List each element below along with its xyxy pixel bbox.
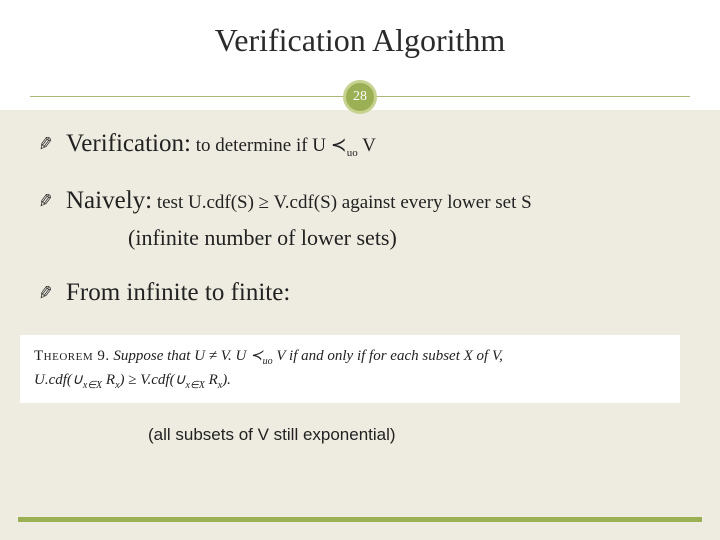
theorem-line1: Theorem 9. Suppose that U ≠ V. U ≺uo V i… — [34, 345, 666, 369]
theorem-box: Theorem 9. Suppose that U ≠ V. U ≺uo V i… — [20, 335, 680, 403]
slide: Verification Algorithm 28 Verification: … — [0, 0, 720, 540]
bullet-finite: From infinite to finite: — [38, 279, 682, 307]
bullet-naively: Naively: test U.cdf(S) ≥ V.cdf(S) agains… — [38, 187, 682, 215]
bullet-text: to determine if U ≺uo V — [191, 135, 376, 156]
bullet-text: test U.cdf(S) ≥ V.cdf(S) against every l… — [152, 192, 532, 213]
bullet-lead: From infinite to finite: — [66, 279, 290, 306]
content-area: Verification: to determine if U ≺uo V Na… — [38, 130, 682, 510]
bullet-lead: Naively: — [66, 187, 152, 214]
page-badge: 28 — [343, 80, 377, 114]
slide-title: Verification Algorithm — [0, 22, 720, 59]
bullet-verification: Verification: to determine if U ≺uo V — [38, 130, 682, 159]
note-exponential: (all subsets of V still exponential) — [148, 425, 682, 445]
bullet-lead: Verification: — [66, 130, 191, 157]
theorem-line2: U.cdf(∪x∈X Rx) ≥ V.cdf(∪x∈X Rx). — [34, 369, 666, 393]
aside-infinite: (infinite number of lower sets) — [128, 225, 682, 251]
footer-rule — [18, 517, 702, 522]
page-number: 28 — [353, 89, 367, 105]
theorem-label: Theorem 9. — [34, 348, 110, 364]
